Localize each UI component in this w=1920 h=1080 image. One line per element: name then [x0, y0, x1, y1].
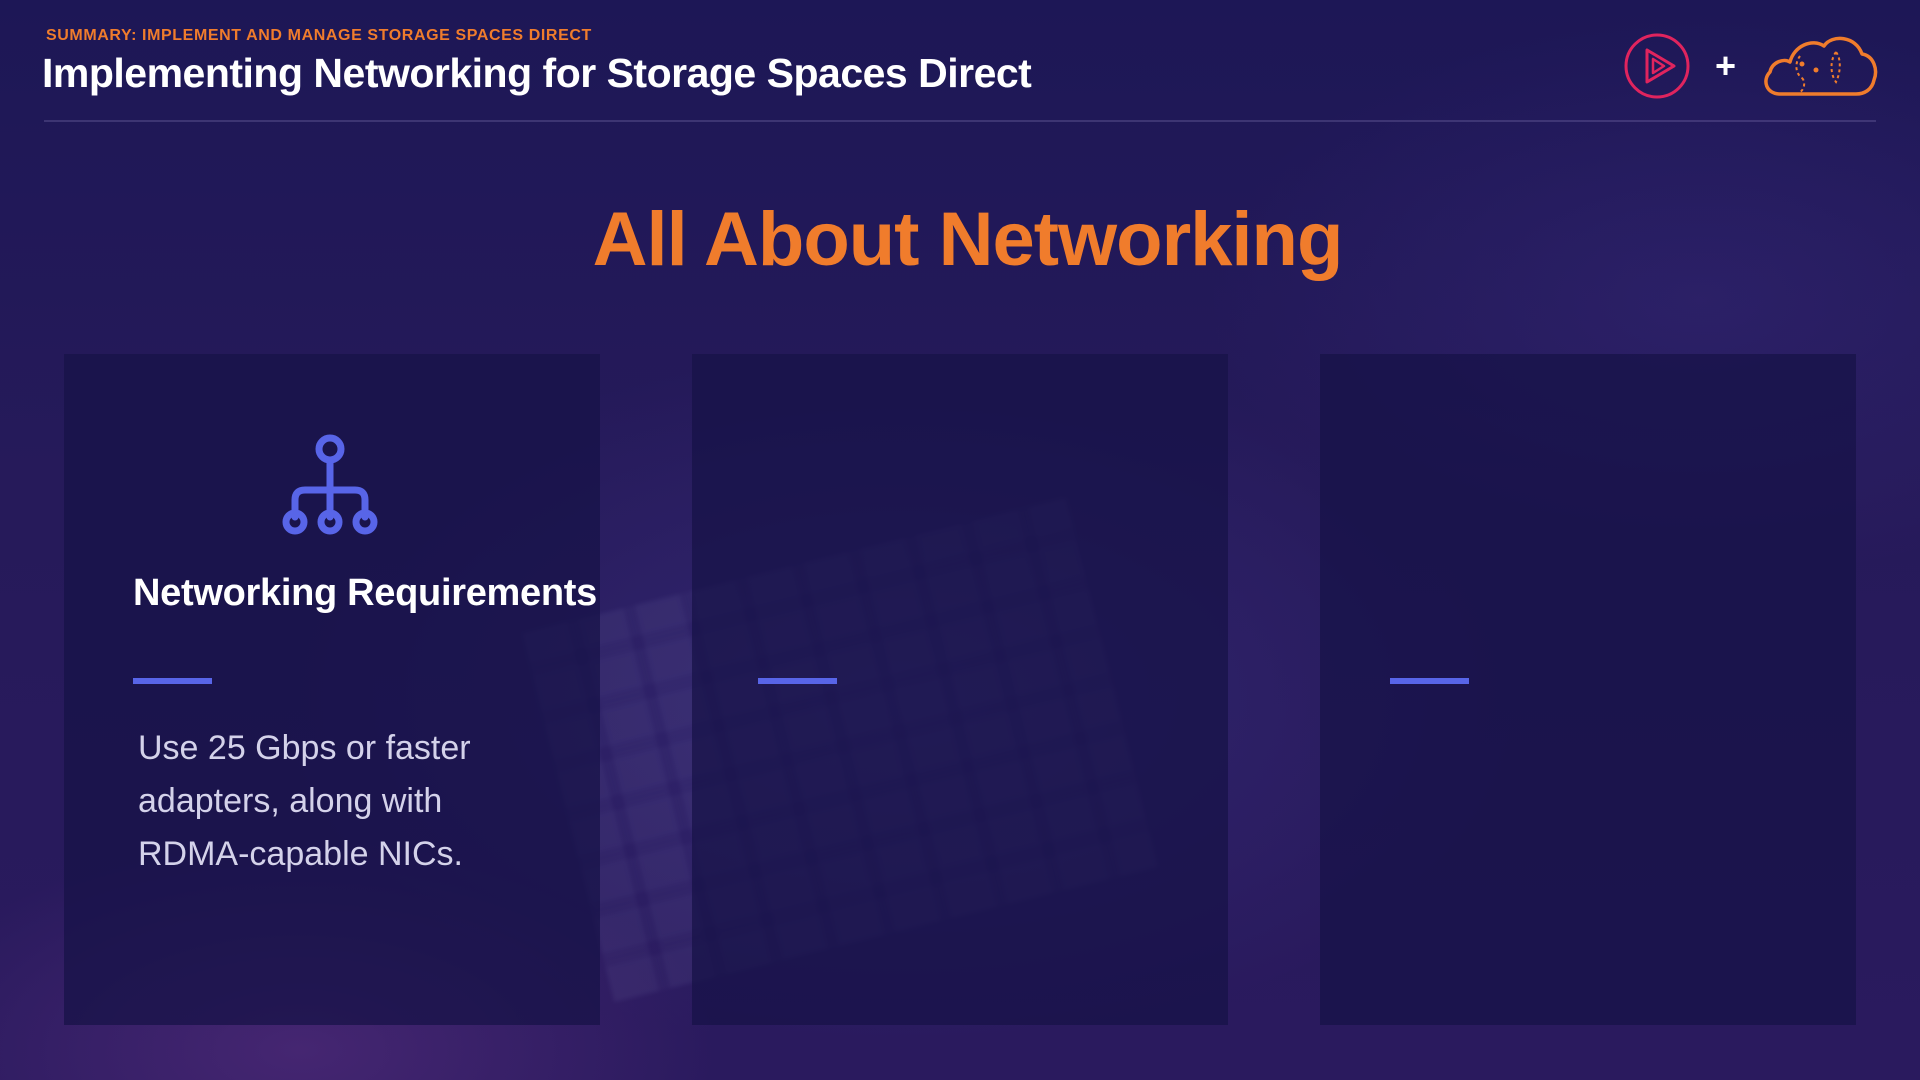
card-placeholder-3	[1320, 354, 1856, 1025]
play-logo-icon	[1624, 33, 1690, 99]
plus-sign: +	[1715, 45, 1737, 86]
card-networking-requirements: Networking Requirements Use 25 Gbps or f…	[64, 354, 600, 1025]
card-placeholder-2	[692, 354, 1228, 1025]
cloud-logo-icon	[1764, 36, 1878, 96]
card-accent-bar	[1390, 678, 1469, 684]
slide: SUMMARY: IMPLEMENT AND MANAGE STORAGE SP…	[0, 0, 1920, 1080]
header-eyebrow: SUMMARY: IMPLEMENT AND MANAGE STORAGE SP…	[46, 27, 592, 44]
card-heading: Networking Requirements	[133, 572, 597, 614]
network-hierarchy-icon	[282, 434, 378, 535]
header-title: Implementing Networking for Storage Spac…	[42, 50, 1032, 96]
card-accent-bar	[758, 678, 837, 684]
card-accent-bar	[133, 678, 212, 684]
card-body: Use 25 Gbps or faster adapters, along wi…	[138, 729, 471, 873]
section-title: All About Networking	[592, 197, 1344, 282]
header-divider	[44, 120, 1876, 122]
